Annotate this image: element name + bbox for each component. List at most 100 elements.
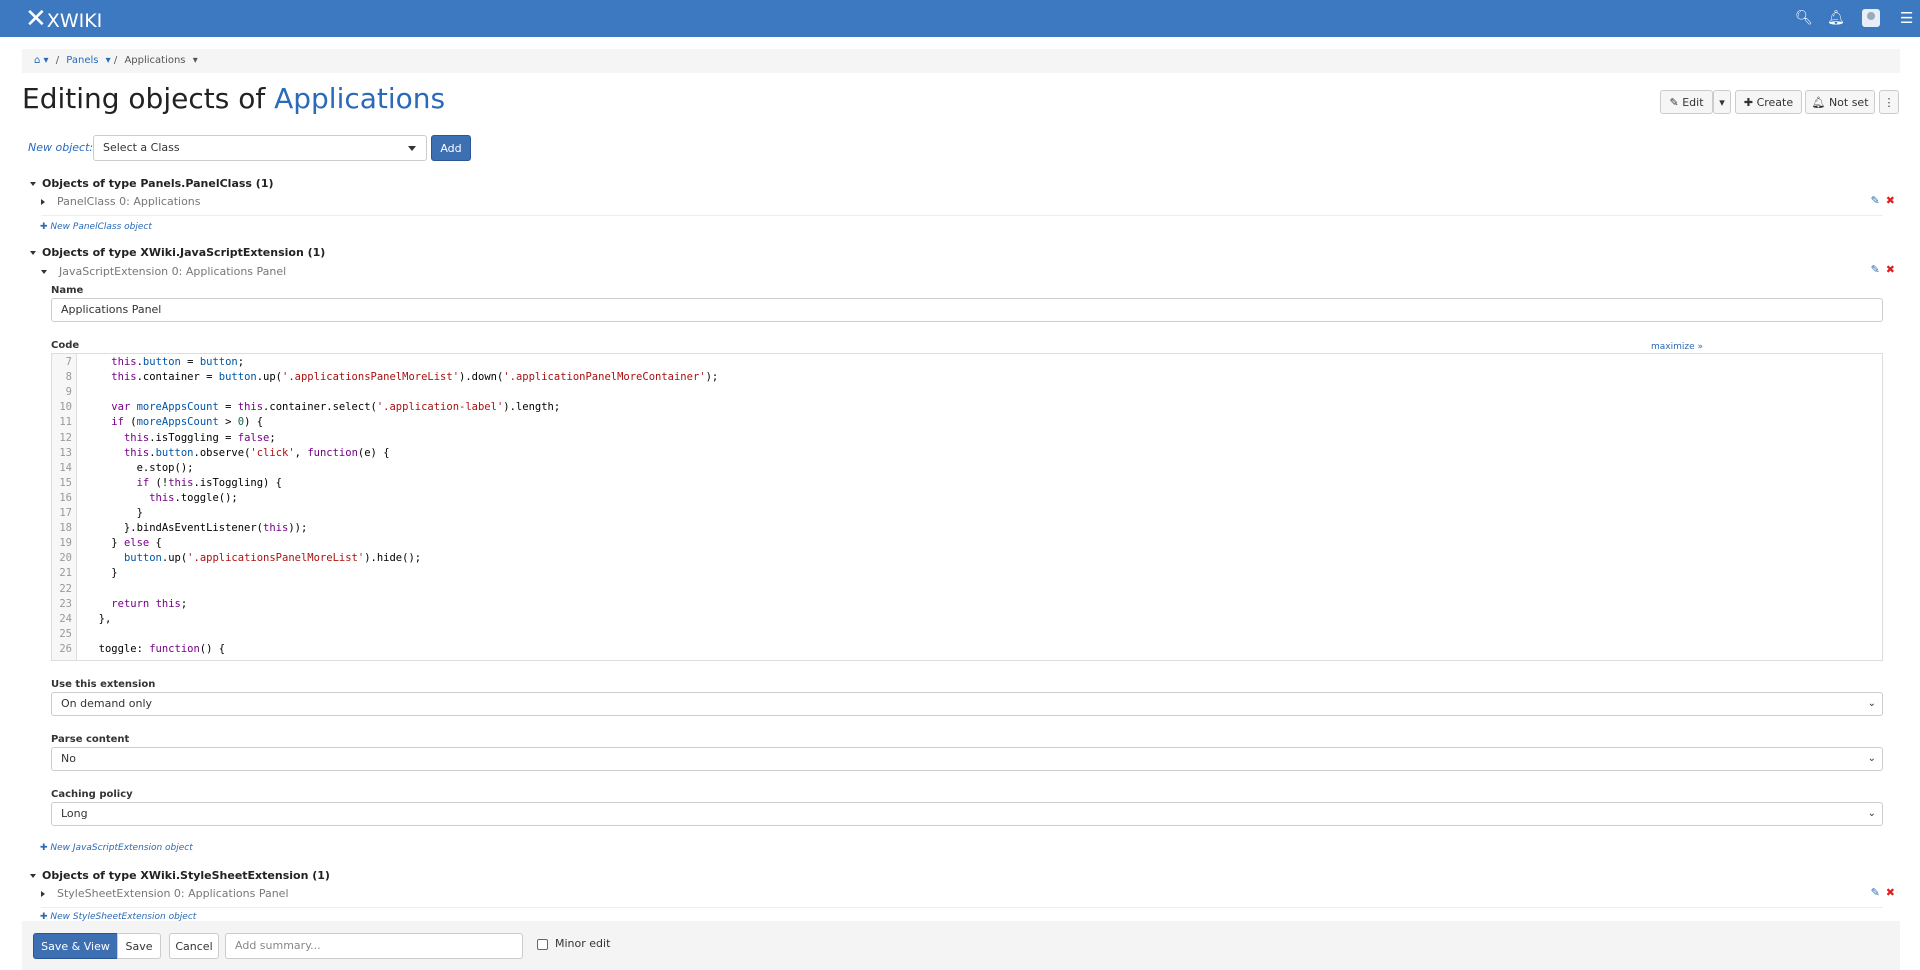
save-view-button[interactable]: Save & View <box>33 933 118 959</box>
line-number: 17 <box>59 507 72 519</box>
line-number: 10 <box>59 401 72 414</box>
object-row-ssx[interactable]: StyleSheetExtension 0: Applications Pane… <box>41 887 289 900</box>
code-line: 9 <box>52 385 1882 400</box>
object-actions: ✎ ✖ <box>1871 886 1895 899</box>
object-row-panelclass[interactable]: PanelClass 0: Applications <box>41 195 201 208</box>
breadcrumb: ⌂ ▾ / Panels ▾ / Applications ▾ <box>22 49 1900 73</box>
code-text: } <box>86 507 143 519</box>
code-line: 22 <box>52 582 1882 597</box>
page-title: Editing objects of Applications <box>22 82 446 115</box>
section-ssx-header[interactable]: Objects of type XWiki.StyleSheetExtensio… <box>30 869 330 882</box>
name-field[interactable]: Applications Panel <box>51 298 1883 322</box>
edit-icon[interactable]: ✎ <box>1871 886 1880 899</box>
line-number: 16 <box>59 491 72 504</box>
create-button[interactable]: ✚ Create <box>1735 90 1802 114</box>
code-label: Code <box>51 340 80 351</box>
use-extension-label: Use this extension <box>51 679 156 690</box>
search-icon[interactable]: 🔍︎ <box>1795 10 1813 26</box>
new-panelclass-link[interactable]: ✚ New PanelClass object <box>40 222 152 232</box>
section-jsx-header[interactable]: Objects of type XWiki.JavaScriptExtensio… <box>30 246 325 259</box>
code-line: 20 button.up('.applicationsPanelMoreList… <box>52 551 1882 566</box>
code-text: button.up('.applicationsPanelMoreList').… <box>123 552 422 565</box>
maximize-link[interactable]: maximize » <box>1651 342 1703 352</box>
code-line: 17 } <box>52 506 1882 521</box>
code-text: this.isToggling = false; <box>123 431 276 444</box>
caching-policy-select[interactable]: Long ⌄ <box>51 802 1883 826</box>
save-button[interactable]: Save <box>117 933 161 959</box>
code-line: 19 } else { <box>52 536 1882 551</box>
code-text: this.toggle(); <box>149 491 238 504</box>
object-row-jsx[interactable]: JavaScriptExtension 0: Applications Pane… <box>41 265 286 278</box>
chevron-down-icon: ⌄ <box>1867 698 1876 709</box>
code-line: 14 e.stop(); <box>52 461 1882 476</box>
code-text: this.container = button.up('.application… <box>111 371 719 384</box>
collapse-icon <box>41 270 47 274</box>
expand-icon <box>41 891 45 897</box>
code-line: 25 <box>52 627 1882 642</box>
code-line: 10 var moreAppsCount = this.container.se… <box>52 400 1882 415</box>
new-object-label: New object: <box>28 141 94 154</box>
edit-icon[interactable]: ✎ <box>1871 194 1880 207</box>
menu-icon[interactable]: ☰ <box>1900 9 1913 27</box>
parse-content-select[interactable]: No ⌄ <box>51 747 1883 771</box>
name-label: Name <box>51 285 84 296</box>
more-actions-button[interactable]: ⋮ <box>1879 90 1899 114</box>
code-text: this.button = button; <box>111 356 245 368</box>
line-number: 23 <box>59 597 72 610</box>
code-line: 16 this.toggle(); <box>52 491 1882 506</box>
avatar[interactable] <box>1862 9 1880 27</box>
line-number: 19 <box>59 537 72 550</box>
cancel-button[interactable]: Cancel <box>169 933 219 959</box>
code-line: 12 this.isToggling = false; <box>52 431 1882 446</box>
object-actions: ✎ ✖ <box>1871 194 1895 207</box>
bell-icon[interactable]: 🔔︎ <box>1827 10 1845 26</box>
object-actions: ✎ ✖ <box>1871 263 1895 276</box>
delete-icon[interactable]: ✖ <box>1886 886 1895 899</box>
divider <box>41 215 1883 216</box>
xwiki-logo[interactable]: ✕XWIKI <box>25 6 102 33</box>
line-number: 7 <box>65 356 72 368</box>
code-text: this.button.observe('click', function(e)… <box>123 446 390 459</box>
delete-icon[interactable]: ✖ <box>1886 263 1895 276</box>
code-editor[interactable]: 7 this.button = button; 8 this.container … <box>51 353 1883 661</box>
summary-input[interactable]: Add summary... <box>225 933 523 959</box>
minor-edit-toggle[interactable]: Minor edit <box>537 937 610 950</box>
line-number: 11 <box>59 416 72 429</box>
class-select[interactable]: Select a Class <box>93 135 427 161</box>
collapse-icon <box>30 874 36 878</box>
notifications-button[interactable]: 🔔︎ Not set <box>1805 90 1875 114</box>
line-number: 18 <box>59 522 72 535</box>
minor-edit-checkbox[interactable] <box>537 938 548 950</box>
edit-icon[interactable]: ✎ <box>1871 263 1880 276</box>
code-text: } else { <box>86 537 162 550</box>
code-text: if (!this.isToggling) { <box>136 476 283 489</box>
line-number: 22 <box>59 582 72 595</box>
new-jsx-link[interactable]: ✚ New JavaScriptExtension object <box>40 843 193 853</box>
home-icon[interactable]: ⌂ ▾ <box>34 55 49 66</box>
caching-policy-label: Caching policy <box>51 789 133 800</box>
code-line: 15 if (!this.isToggling) { <box>52 476 1882 491</box>
divider <box>41 907 1883 908</box>
code-text: }, <box>86 612 112 625</box>
line-number: 21 <box>59 567 72 580</box>
breadcrumb-panels[interactable]: Panels ▾ <box>66 55 110 66</box>
breadcrumb-applications[interactable]: Applications ▾ <box>124 55 197 66</box>
code-line: 11 if (moreAppsCount > 0) { <box>52 415 1882 430</box>
edit-button[interactable]: ✎ Edit <box>1660 90 1713 114</box>
code-line: 8 this.container = button.up('.applicati… <box>52 370 1882 385</box>
add-button[interactable]: Add <box>431 135 471 161</box>
expand-icon <box>41 199 45 205</box>
code-line: 24 }, <box>52 612 1882 627</box>
collapse-icon <box>30 182 36 186</box>
chevron-down-icon: ⌄ <box>1867 753 1876 764</box>
delete-icon[interactable]: ✖ <box>1886 194 1895 207</box>
page-title-link[interactable]: Applications <box>274 82 445 115</box>
line-number: 25 <box>59 627 72 640</box>
code-line: 18 }.bindAsEventListener(this)); <box>52 521 1882 536</box>
chevron-down-icon: ⌄ <box>1867 808 1876 819</box>
edit-dropdown-button[interactable]: ▾ <box>1713 90 1731 114</box>
line-number: 15 <box>59 476 72 489</box>
section-panelclass-header[interactable]: Objects of type Panels.PanelClass (1) <box>30 177 274 190</box>
top-bar: ✕XWIKI 🔍︎ 🔔︎ ☰ <box>0 0 1920 37</box>
use-extension-select[interactable]: On demand only ⌄ <box>51 692 1883 716</box>
